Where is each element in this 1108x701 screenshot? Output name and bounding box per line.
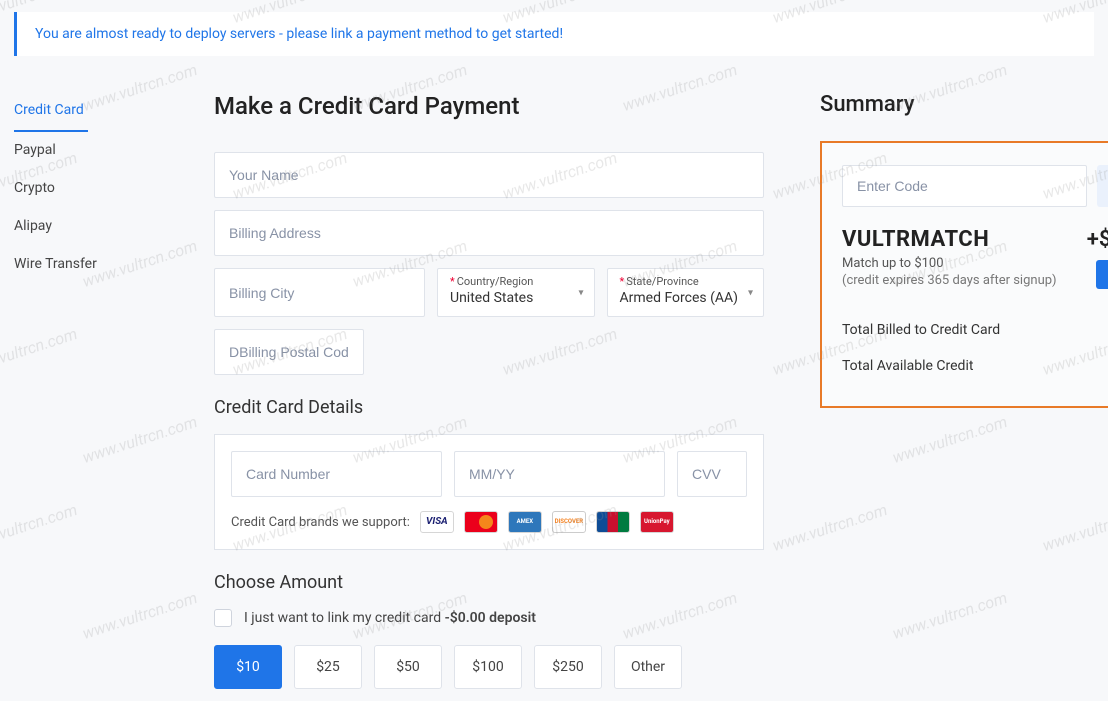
cc-details-heading: Credit Card Details — [214, 397, 764, 418]
remove-button[interactable]: Remove — [1096, 260, 1108, 289]
promo-subtext: Match up to $100 — [842, 256, 1057, 271]
link-only-label: I just want to link my credit card -$0.0… — [244, 610, 536, 626]
payment-tabs-sidebar: Credit Card Paypal Crypto Alipay Wire Tr… — [14, 92, 174, 689]
name-input[interactable] — [214, 152, 764, 198]
amount-100-button[interactable]: $100 — [454, 645, 522, 689]
promo-name: VULTRMATCH — [842, 227, 989, 252]
info-banner: You are almost ready to deploy servers -… — [14, 12, 1094, 56]
amount-250-button[interactable]: $250 — [534, 645, 602, 689]
promo-code-input[interactable] — [842, 165, 1087, 207]
billing-city-input[interactable] — [214, 268, 425, 317]
page-title: Make a Credit Card Payment — [214, 92, 764, 120]
amount-10-button[interactable]: $10 — [214, 645, 282, 689]
card-number-input[interactable] — [231, 451, 442, 497]
banner-text: You are almost ready to deploy servers -… — [35, 26, 563, 42]
cc-support-text: Credit Card brands we support: — [231, 515, 410, 530]
chevron-down-icon: ▾ — [578, 287, 583, 298]
choose-amount-heading: Choose Amount — [214, 572, 764, 593]
chevron-down-icon: ▾ — [748, 287, 753, 298]
tab-crypto[interactable]: Crypto — [14, 170, 174, 208]
card-expiry-input[interactable] — [454, 451, 665, 497]
amount-25-button[interactable]: $25 — [294, 645, 362, 689]
card-cvv-input[interactable] — [677, 451, 747, 497]
promo-value: +$10.00 — [1087, 227, 1108, 252]
amount-50-button[interactable]: $50 — [374, 645, 442, 689]
jcb-icon — [596, 511, 630, 533]
tab-credit-card[interactable]: Credit Card — [14, 92, 88, 132]
amex-icon: AMEX — [508, 511, 542, 533]
visa-icon: VISA — [420, 511, 454, 533]
link-only-checkbox[interactable] — [214, 609, 232, 627]
summary-box: Apply VULTRMATCH +$10.00 Match up to $10… — [820, 141, 1108, 408]
tab-paypal[interactable]: Paypal — [14, 132, 174, 170]
country-select[interactable]: *Country/Region United States ▾ — [437, 268, 595, 317]
tab-wire-transfer[interactable]: Wire Transfer — [14, 246, 174, 284]
total-credit-label: Total Available Credit — [842, 358, 973, 374]
tab-alipay[interactable]: Alipay — [14, 208, 174, 246]
billing-address-input[interactable] — [214, 210, 764, 256]
total-billed-label: Total Billed to Credit Card — [842, 322, 1000, 338]
amount-other-button[interactable]: Other — [614, 645, 682, 689]
state-select[interactable]: *State/Province Armed Forces (AA) ▾ — [607, 268, 765, 317]
cc-details-box: Credit Card brands we support: VISA AMEX… — [214, 434, 764, 550]
mastercard-icon — [464, 511, 498, 533]
postal-code-input[interactable] — [214, 329, 364, 375]
apply-button[interactable]: Apply — [1097, 165, 1108, 207]
discover-icon: DISCOVER — [552, 511, 586, 533]
promo-note: (credit expires 365 days after signup) — [842, 273, 1057, 288]
summary-heading: Summary — [820, 92, 1108, 117]
unionpay-icon: UnionPay — [640, 511, 674, 533]
